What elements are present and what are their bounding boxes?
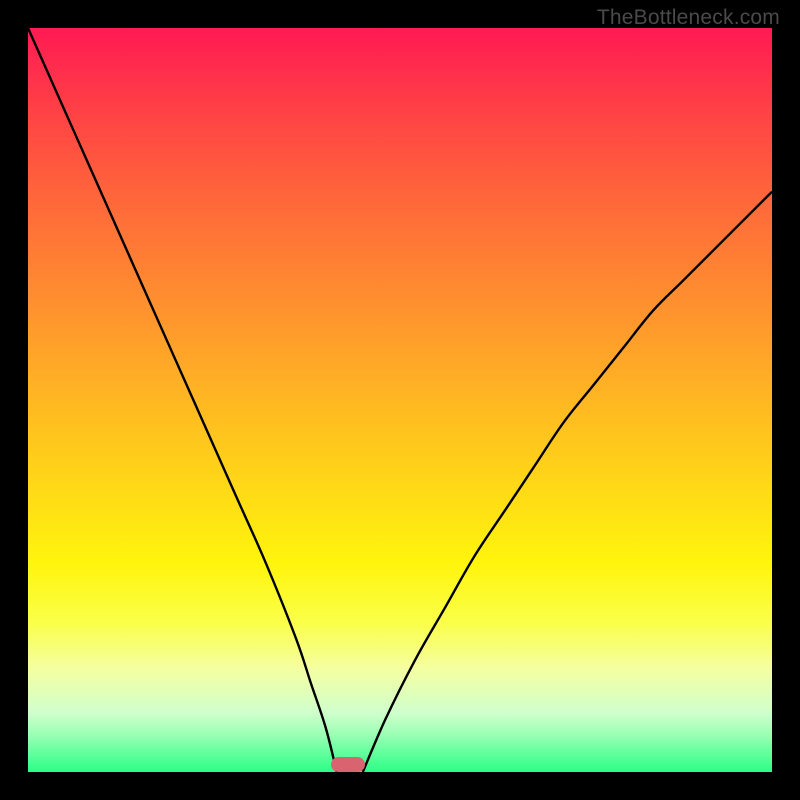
watermark-text: TheBottleneck.com [597, 6, 780, 30]
right-curve [363, 192, 772, 772]
bottleneck-marker [331, 757, 364, 772]
plot-area [28, 28, 772, 772]
curve-layer [28, 28, 772, 772]
left-curve [28, 28, 337, 772]
